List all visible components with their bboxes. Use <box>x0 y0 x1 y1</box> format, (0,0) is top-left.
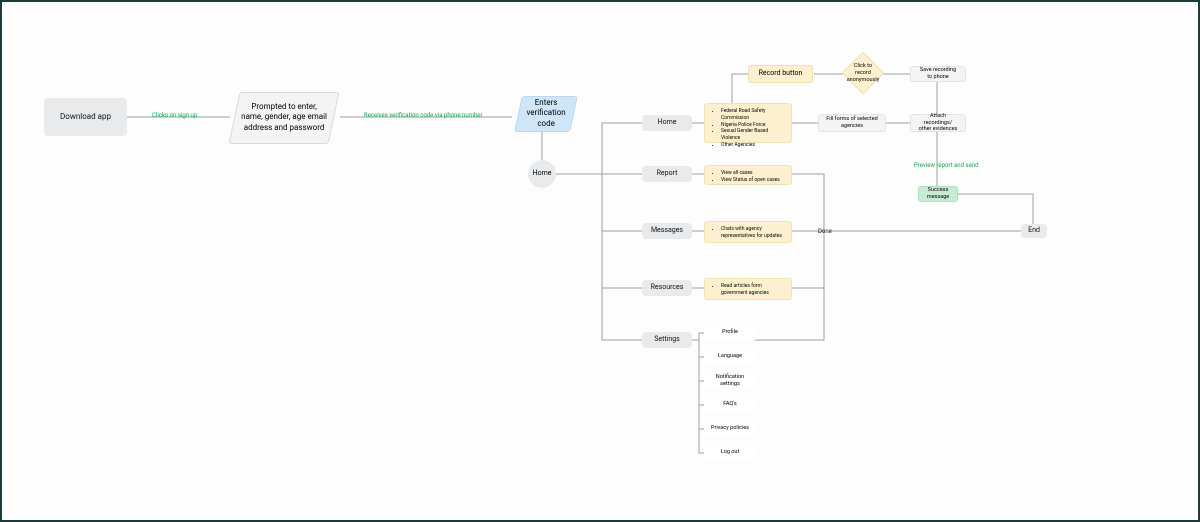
node-home-agencies: Federal Road Safety CommissionNigeria Po… <box>704 103 792 143</box>
label-receives-code: Receives verification code via phone num… <box>364 112 483 119</box>
connectors <box>2 2 1200 522</box>
settings-notifications: Notification settings <box>704 374 756 388</box>
node-home: Home <box>528 160 556 188</box>
tab-home: Home <box>642 115 692 131</box>
settings-logout: Log out <box>704 446 756 460</box>
label-preview-send: Preview report and send <box>914 162 978 169</box>
node-attach-evidence: Attach recordings/ other evidences <box>910 114 966 132</box>
flow-diagram: Download app Clicks on sign up Prompted … <box>0 0 1200 522</box>
tab-resources: Resources <box>642 280 692 296</box>
node-record-button: Record button <box>748 65 813 83</box>
node-end: End <box>1021 224 1047 238</box>
settings-faqs: FAQ's <box>704 398 756 412</box>
node-save-recording: Save recording to phone <box>910 66 966 82</box>
node-enters-code: Enters verification code <box>514 96 578 132</box>
settings-language: Language <box>704 350 756 364</box>
node-fill-forms: Fill forms of selected agencies <box>818 114 886 132</box>
settings-profile: Profile <box>704 326 756 340</box>
label-clicks-signup: Clicks on sign up <box>152 112 197 119</box>
settings-privacy: Privacy policies <box>704 422 756 436</box>
tab-settings: Settings <box>642 332 692 348</box>
node-success: Success message <box>918 186 958 202</box>
tab-messages: Messages <box>642 223 692 239</box>
label-done: Done <box>818 228 832 235</box>
node-messages-details: Chats with agency representatives for up… <box>704 221 792 243</box>
node-prompt-details: Prompted to enter, name, gender, age ema… <box>228 92 339 144</box>
node-record-anon: Click to record anonymously <box>842 52 884 94</box>
tab-report: Report <box>642 166 692 182</box>
node-resources-details: Read articles form government agencies <box>704 278 792 300</box>
node-report-details: View all casesView Status of open cases <box>704 165 792 185</box>
node-download-app: Download app <box>44 98 127 136</box>
